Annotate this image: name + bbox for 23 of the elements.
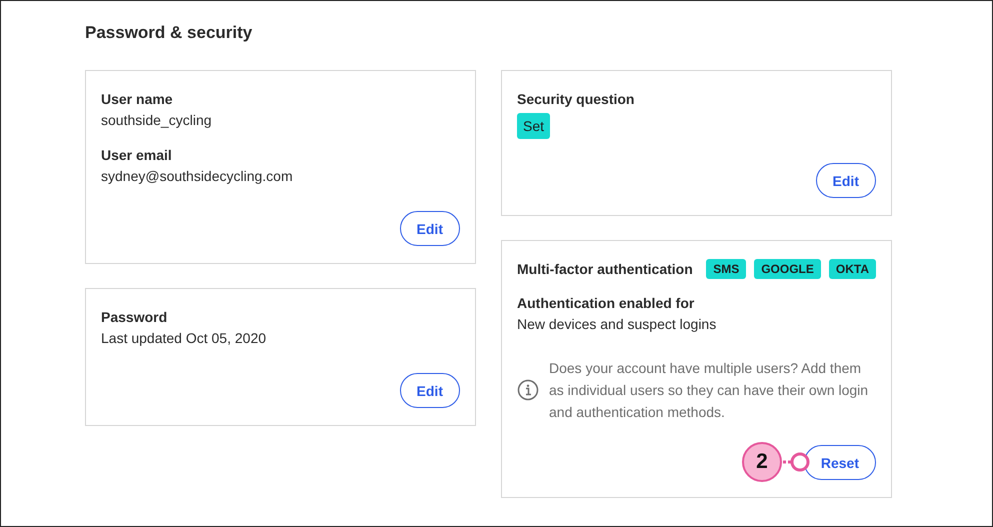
method-tag: SMS — [706, 259, 746, 279]
field-label: User email — [101, 146, 172, 165]
edit-button[interactable]: Edit — [816, 163, 876, 198]
field-label: Password — [101, 308, 168, 327]
field-label: Security question — [517, 90, 634, 109]
field-value: southside_cycling — [101, 111, 213, 130]
reset-button[interactable]: Reset — [804, 445, 876, 480]
method-tag: GOOGLE — [754, 259, 821, 279]
field-value: New devices and suspect logins — [517, 315, 718, 334]
edit-button[interactable]: Edit — [400, 211, 460, 246]
field-label: User name — [101, 90, 173, 109]
field-label: Authentication enabled for — [517, 294, 694, 313]
step-badge: 2 — [742, 442, 782, 482]
field-value: sydney@southsidecycling.com — [101, 167, 294, 186]
section-title: Password & security — [85, 22, 254, 44]
leader-line — [782, 451, 810, 473]
method-tag: OKTA — [828, 259, 876, 279]
info-icon — [517, 379, 539, 401]
field-value: Last updated Oct 05, 2020 — [101, 329, 268, 348]
info-note: Does your account have multiple users? Add them as individual users so they can have their own login and authentication methods. — [549, 359, 870, 422]
edit-button[interactable]: Edit — [400, 373, 460, 408]
field-label: Multi-factor authentication — [517, 260, 693, 279]
status-tag: Set — [517, 113, 550, 139]
